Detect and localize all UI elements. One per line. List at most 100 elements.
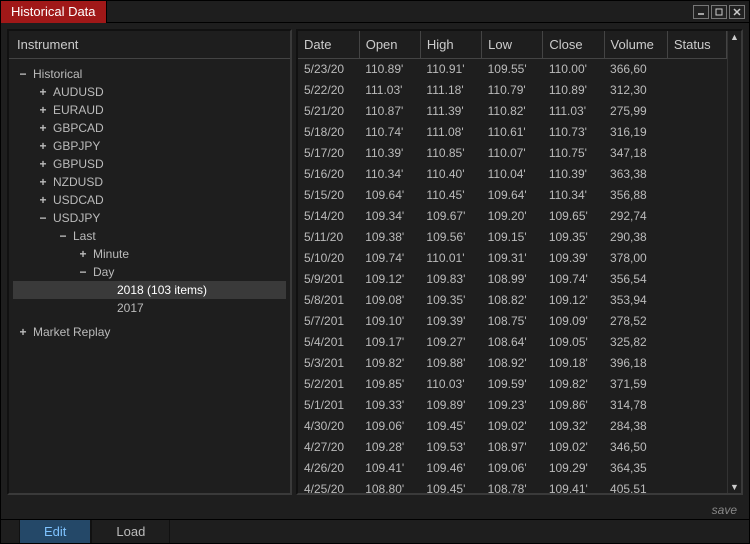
table-cell: 4/27/20: [298, 437, 359, 458]
tree-node-gbpusd[interactable]: +GBPUSD: [13, 155, 286, 173]
table-cell: 110.91': [420, 59, 481, 80]
table-row[interactable]: 5/23/20110.89'110.91'109.55'110.00'366,6…: [298, 59, 727, 80]
table-row[interactable]: 5/1/201109.33'109.89'109.23'109.86'314,7…: [298, 395, 727, 416]
table-cell: 110.34': [359, 164, 420, 185]
expand-icon: +: [37, 157, 49, 171]
tree-node-nzdusd[interactable]: +NZDUSD: [13, 173, 286, 191]
table-cell: 109.82': [359, 353, 420, 374]
tab-load[interactable]: Load: [91, 520, 170, 543]
tree-node-usdcad[interactable]: +USDCAD: [13, 191, 286, 209]
vertical-scrollbar[interactable]: ▲ ▼: [727, 31, 741, 493]
col-high[interactable]: High: [420, 31, 481, 59]
table-cell: 312,30: [604, 80, 667, 101]
collapse-icon: −: [37, 211, 49, 225]
tree-body[interactable]: −Historical +AUDUSD +EURAUD +GBPCAD +GBP…: [9, 59, 290, 493]
tree-node-2017[interactable]: 2017: [13, 299, 286, 317]
table-cell: 109.18': [543, 353, 604, 374]
table-cell: 108.80': [359, 479, 420, 494]
table-cell: 109.39': [543, 248, 604, 269]
table-cell: 109.12': [543, 290, 604, 311]
col-low[interactable]: Low: [482, 31, 543, 59]
table-cell: 278,52: [604, 311, 667, 332]
col-status[interactable]: Status: [667, 31, 726, 59]
table-row[interactable]: 5/21/20110.87'111.39'110.82'111.03'275,9…: [298, 101, 727, 122]
expand-icon: +: [37, 85, 49, 99]
table-cell: [667, 311, 726, 332]
table-cell: [667, 143, 726, 164]
table-cell: 109.17': [359, 332, 420, 353]
tree-node-market-replay[interactable]: +Market Replay: [13, 323, 286, 341]
table-cell: 111.03': [543, 101, 604, 122]
table-cell: 109.67': [420, 206, 481, 227]
scroll-up-icon[interactable]: ▲: [729, 31, 741, 43]
tree-node-last[interactable]: −Last: [13, 227, 286, 245]
table-row[interactable]: 5/8/201109.08'109.35'108.82'109.12'353,9…: [298, 290, 727, 311]
table-row[interactable]: 5/4/201109.17'109.27'108.64'109.05'325,8…: [298, 332, 727, 353]
table-cell: 110.39': [543, 164, 604, 185]
expand-icon: +: [37, 139, 49, 153]
tree-node-2018[interactable]: 2018 (103 items): [13, 281, 286, 299]
table-cell: 5/15/20: [298, 185, 359, 206]
table-cell: 109.31': [482, 248, 543, 269]
table-row[interactable]: 5/9/201109.12'109.83'108.99'109.74'356,5…: [298, 269, 727, 290]
table-cell: [667, 395, 726, 416]
table-row[interactable]: 5/11/20109.38'109.56'109.15'109.35'290,3…: [298, 227, 727, 248]
table-cell: 5/1/201: [298, 395, 359, 416]
col-open[interactable]: Open: [359, 31, 420, 59]
table-row[interactable]: 5/15/20109.64'110.45'109.64'110.34'356,8…: [298, 185, 727, 206]
table-row[interactable]: 5/3/201109.82'109.88'108.92'109.18'396,1…: [298, 353, 727, 374]
table-cell: 284,38: [604, 416, 667, 437]
tree-node-gbpcad[interactable]: +GBPCAD: [13, 119, 286, 137]
table-row[interactable]: 5/10/20109.74'110.01'109.31'109.39'378,0…: [298, 248, 727, 269]
table-row[interactable]: 4/25/20108.80'109.45'108.78'109.41'405,5…: [298, 479, 727, 494]
tree-node-minute[interactable]: +Minute: [13, 245, 286, 263]
scroll-down-icon[interactable]: ▼: [729, 481, 741, 493]
table-cell: 109.89': [420, 395, 481, 416]
expand-icon: +: [37, 103, 49, 117]
table-cell: [667, 101, 726, 122]
tree-node-historical[interactable]: −Historical: [13, 65, 286, 83]
table-row[interactable]: 5/18/20110.74'111.08'110.61'110.73'316,1…: [298, 122, 727, 143]
tab-edit[interactable]: Edit: [19, 520, 91, 543]
col-close[interactable]: Close: [543, 31, 604, 59]
tree-node-day[interactable]: −Day: [13, 263, 286, 281]
table-cell: 109.53': [420, 437, 481, 458]
table-cell: 109.12': [359, 269, 420, 290]
table-cell: 109.83': [420, 269, 481, 290]
table-cell: 109.64': [482, 185, 543, 206]
table-cell: 110.89': [359, 59, 420, 80]
table-cell: 110.40': [420, 164, 481, 185]
table-row[interactable]: 5/7/201109.10'109.39'108.75'109.09'278,5…: [298, 311, 727, 332]
table-cell: 109.82': [543, 374, 604, 395]
table-cell: 4/30/20: [298, 416, 359, 437]
table-cell: 110.04': [482, 164, 543, 185]
tree-node-usdjpy[interactable]: −USDJPY: [13, 209, 286, 227]
col-date[interactable]: Date: [298, 31, 359, 59]
tree-node-gbpjpy[interactable]: +GBPJPY: [13, 137, 286, 155]
maximize-button[interactable]: [711, 5, 727, 19]
tree-node-audusd[interactable]: +AUDUSD: [13, 83, 286, 101]
table-cell: 110.74': [359, 122, 420, 143]
table-row[interactable]: 5/17/20110.39'110.85'110.07'110.75'347,1…: [298, 143, 727, 164]
table-cell: 110.89': [543, 80, 604, 101]
table-cell: 110.61': [482, 122, 543, 143]
table-cell: 356,88: [604, 185, 667, 206]
table-cell: 5/3/201: [298, 353, 359, 374]
expand-icon: +: [37, 175, 49, 189]
table-row[interactable]: 5/22/20111.03'111.18'110.79'110.89'312,3…: [298, 80, 727, 101]
minimize-button[interactable]: [693, 5, 709, 19]
table-row[interactable]: 4/30/20109.06'109.45'109.02'109.32'284,3…: [298, 416, 727, 437]
table-cell: 405,51: [604, 479, 667, 494]
table-cell: 109.08': [359, 290, 420, 311]
table-row[interactable]: 4/27/20109.28'109.53'108.97'109.02'346,5…: [298, 437, 727, 458]
table-row[interactable]: 5/16/20110.34'110.40'110.04'110.39'363,3…: [298, 164, 727, 185]
tree-node-euraud[interactable]: +EURAUD: [13, 101, 286, 119]
table-row[interactable]: 4/26/20109.41'109.46'109.06'109.29'364,3…: [298, 458, 727, 479]
close-button[interactable]: [729, 5, 745, 19]
col-volume[interactable]: Volume: [604, 31, 667, 59]
table-row[interactable]: 5/2/201109.85'110.03'109.59'109.82'371,5…: [298, 374, 727, 395]
table-cell: [667, 374, 726, 395]
save-hint[interactable]: save: [1, 501, 749, 519]
table-row[interactable]: 5/14/20109.34'109.67'109.20'109.65'292,7…: [298, 206, 727, 227]
table-cell: [667, 185, 726, 206]
